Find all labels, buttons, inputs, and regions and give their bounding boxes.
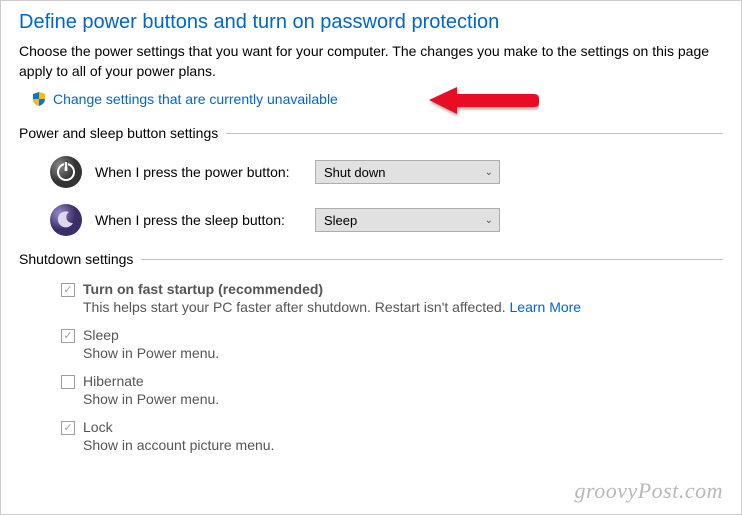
power-button-label: When I press the power button: [95,164,315,180]
checkbox-fast-startup[interactable] [61,283,75,297]
change-settings-row: Change settings that are currently unava… [19,91,723,107]
divider [141,259,723,260]
sleep-icon [49,203,83,237]
change-settings-link[interactable]: Change settings that are currently unava… [53,91,338,107]
checkbox-label: Turn on fast startup (recommended) [83,281,723,297]
watermark: groovyPost.com [574,478,723,504]
checkbox-row-lock: Lock Show in account picture menu. [19,419,723,463]
page-description: Choose the power settings that you want … [19,42,723,81]
section-label-text: Power and sleep button settings [19,125,218,141]
checkbox-hibernate[interactable] [61,375,75,389]
power-button-select[interactable]: Shut down ⌄ [315,160,500,184]
checkbox-row-sleep: Sleep Show in Power menu. [19,327,723,371]
power-sleep-section-label: Power and sleep button settings [19,125,723,141]
sleep-button-select[interactable]: Sleep ⌄ [315,208,500,232]
checkbox-label: Lock [83,419,723,435]
chevron-down-icon: ⌄ [485,215,493,226]
power-button-row: When I press the power button: Shut down… [19,155,723,189]
chevron-down-icon: ⌄ [485,167,493,178]
desc-text: This helps start your PC faster after sh… [83,299,510,315]
checkbox-row-fast-startup: Turn on fast startup (recommended) This … [19,281,723,325]
learn-more-link[interactable]: Learn More [510,299,582,315]
checkbox-sleep[interactable] [61,329,75,343]
checkbox-desc: This helps start your PC faster after sh… [83,299,723,315]
checkbox-desc: Show in Power menu. [83,345,723,361]
sleep-button-label: When I press the sleep button: [95,212,315,228]
checkbox-row-hibernate: Hibernate Show in Power menu. [19,373,723,417]
checkbox-desc: Show in Power menu. [83,391,723,407]
power-icon [49,155,83,189]
sleep-button-row: When I press the sleep button: Sleep ⌄ [19,203,723,237]
shield-icon [31,91,47,107]
checkbox-lock[interactable] [61,421,75,435]
shutdown-section-label: Shutdown settings [19,251,723,267]
checkbox-label: Sleep [83,327,723,343]
checkbox-desc: Show in account picture menu. [83,437,723,453]
page-title: Define power buttons and turn on passwor… [19,11,723,34]
section-label-text: Shutdown settings [19,251,133,267]
checkbox-label: Hibernate [83,373,723,389]
arrow-annotation-icon [429,85,539,120]
divider [226,133,723,134]
select-value: Sleep [324,213,357,228]
select-value: Shut down [324,165,385,180]
